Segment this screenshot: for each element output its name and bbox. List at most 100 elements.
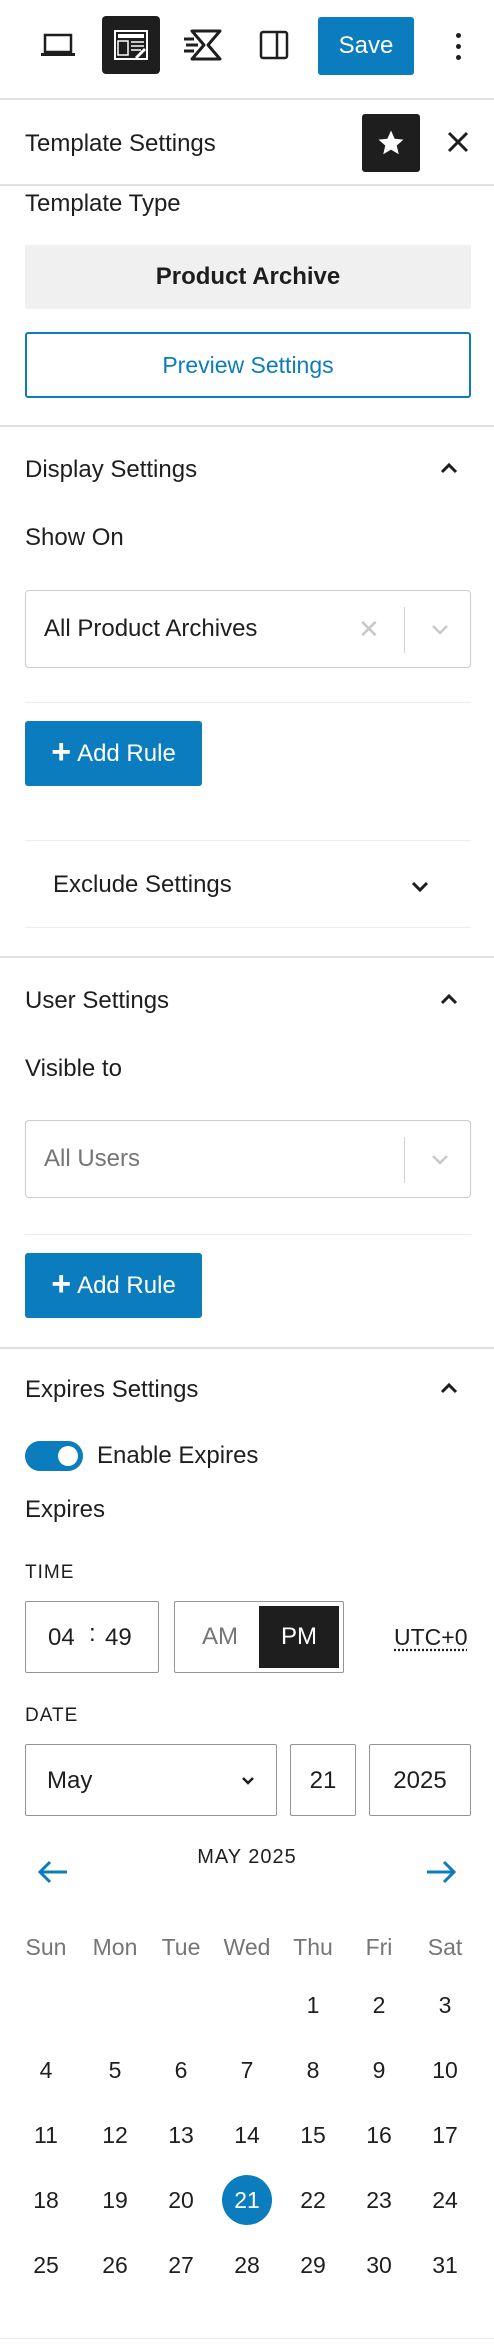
calendar-day-selected[interactable]: 21 [222,2175,272,2225]
add-rule-label: Add Rule [77,739,176,767]
calendar-day[interactable]: 13 [156,2110,206,2160]
exclude-settings-title[interactable]: Exclude Settings [53,871,232,899]
clear-icon[interactable]: ✕ [358,615,380,643]
arrow-right-icon[interactable] [424,1858,458,1886]
arrow-left-icon[interactable] [36,1858,70,1886]
calendar-day[interactable]: 9 [354,2045,404,2095]
calendar-day[interactable]: 28 [222,2240,272,2290]
chevron-up-icon[interactable] [436,986,462,1012]
date-label: DATE [25,1705,79,1726]
plus-icon: + [51,1264,72,1303]
expires-settings-title[interactable]: Expires Settings [25,1376,198,1404]
calendar-heading: MAY 2025 [197,1846,297,1868]
desktop-preview-button[interactable] [29,16,87,74]
sidebar-toggle-icon [259,30,289,60]
weekday-label: Tue [161,1934,201,1960]
calendar-day[interactable]: 7 [222,2045,272,2095]
divider [25,840,471,841]
calendar-day[interactable]: 14 [222,2110,272,2160]
weekday-label: Thu [293,1934,333,1960]
calendar-day[interactable]: 18 [21,2175,71,2225]
calendar-day[interactable]: 2 [354,1980,404,2030]
calendar-day[interactable]: 31 [420,2240,470,2290]
time-field: 04 : 49 [25,1601,159,1673]
calendar-day[interactable]: 22 [288,2175,338,2225]
pm-button[interactable]: PM [259,1606,339,1668]
template-settings-toggle[interactable] [102,16,160,74]
calendar-day[interactable]: 8 [288,2045,338,2095]
visible-to-select[interactable]: All Users [25,1120,471,1198]
display-settings-title[interactable]: Display Settings [25,456,197,484]
visible-to-placeholder: All Users [44,1145,141,1172]
show-on-value: All Product Archives [44,615,258,642]
weekday-label: Mon [92,1934,138,1960]
calendar-day[interactable]: 11 [21,2110,71,2160]
more-options-icon[interactable] [444,22,472,70]
enable-expires-label: Enable Expires [97,1442,259,1469]
calendar-day[interactable]: 23 [354,2175,404,2225]
calendar-day[interactable]: 4 [21,2045,71,2095]
hour-input[interactable]: 04 [48,1624,75,1652]
laptop-icon [41,33,75,56]
expires-label: Expires [25,1496,106,1523]
chevron-down-icon[interactable] [426,615,454,643]
enable-expires-toggle[interactable] [25,1441,83,1471]
plus-icon: + [51,732,72,771]
user-settings-title[interactable]: User Settings [25,987,169,1015]
visible-to-label: Visible to [25,1055,122,1082]
calendar-day[interactable]: 16 [354,2110,404,2160]
calendar-day[interactable]: 27 [156,2240,206,2290]
calendar-day[interactable]: 19 [90,2175,140,2225]
weekday-label: Sat [427,1934,463,1960]
template-settings-icon [114,30,148,60]
preview-settings-button[interactable]: Preview Settings [25,332,471,398]
minute-input[interactable]: 49 [105,1624,132,1652]
divider [25,927,471,928]
chevron-down-icon [242,1777,254,1785]
show-on-label: Show On [25,524,124,551]
add-rule-button[interactable]: + Add Rule [25,721,202,786]
calendar-day[interactable]: 6 [156,2045,206,2095]
month-value: May [47,1767,93,1794]
save-button[interactable]: Save [318,17,414,75]
divider [25,702,471,703]
add-rule-button[interactable]: + Add Rule [25,1253,202,1318]
add-rule-label: Add Rule [77,1271,176,1299]
month-select[interactable]: May [25,1744,277,1816]
calendar-day[interactable]: 5 [90,2045,140,2095]
calendar-day[interactable]: 30 [354,2240,404,2290]
divider [0,2338,494,2339]
calendar-day[interactable]: 24 [420,2175,470,2225]
close-icon[interactable] [442,126,474,158]
show-on-select[interactable]: All Product Archives ✕ [25,590,471,668]
year-input[interactable]: 2025 [369,1744,471,1816]
calendar-day[interactable]: 29 [288,2240,338,2290]
select-separator [404,1137,405,1183]
timezone-label[interactable]: UTC+0 [394,1624,468,1651]
template-type-label: Template Type [25,190,181,217]
year-value: 2025 [393,1767,447,1794]
divider [0,1347,494,1349]
top-toolbar: Save [0,0,494,100]
calendar-day[interactable]: 15 [288,2110,338,2160]
time-label: TIME [25,1562,75,1583]
day-input[interactable]: 21 [290,1744,356,1816]
calendar-day[interactable]: 17 [420,2110,470,2160]
calendar-day[interactable]: 26 [90,2240,140,2290]
favorite-button[interactable] [362,114,420,172]
sidebar-toggle-button[interactable] [245,16,303,74]
calendar-day[interactable]: 25 [21,2240,71,2290]
am-pm-toggle: AM PM [174,1601,344,1673]
calendar-day[interactable]: 12 [90,2110,140,2160]
calendar-day[interactable]: 10 [420,2045,470,2095]
chevron-down-icon[interactable] [407,873,433,899]
calendar-day[interactable]: 3 [420,1980,470,2030]
speed-button[interactable] [174,16,232,74]
chevron-up-icon[interactable] [436,1375,462,1401]
day-value: 21 [309,1767,337,1794]
am-button[interactable]: AM [179,1606,261,1668]
calendar-day[interactable]: 1 [288,1980,338,2030]
chevron-down-icon[interactable] [426,1145,454,1173]
chevron-up-icon[interactable] [436,455,462,481]
calendar-day[interactable]: 20 [156,2175,206,2225]
